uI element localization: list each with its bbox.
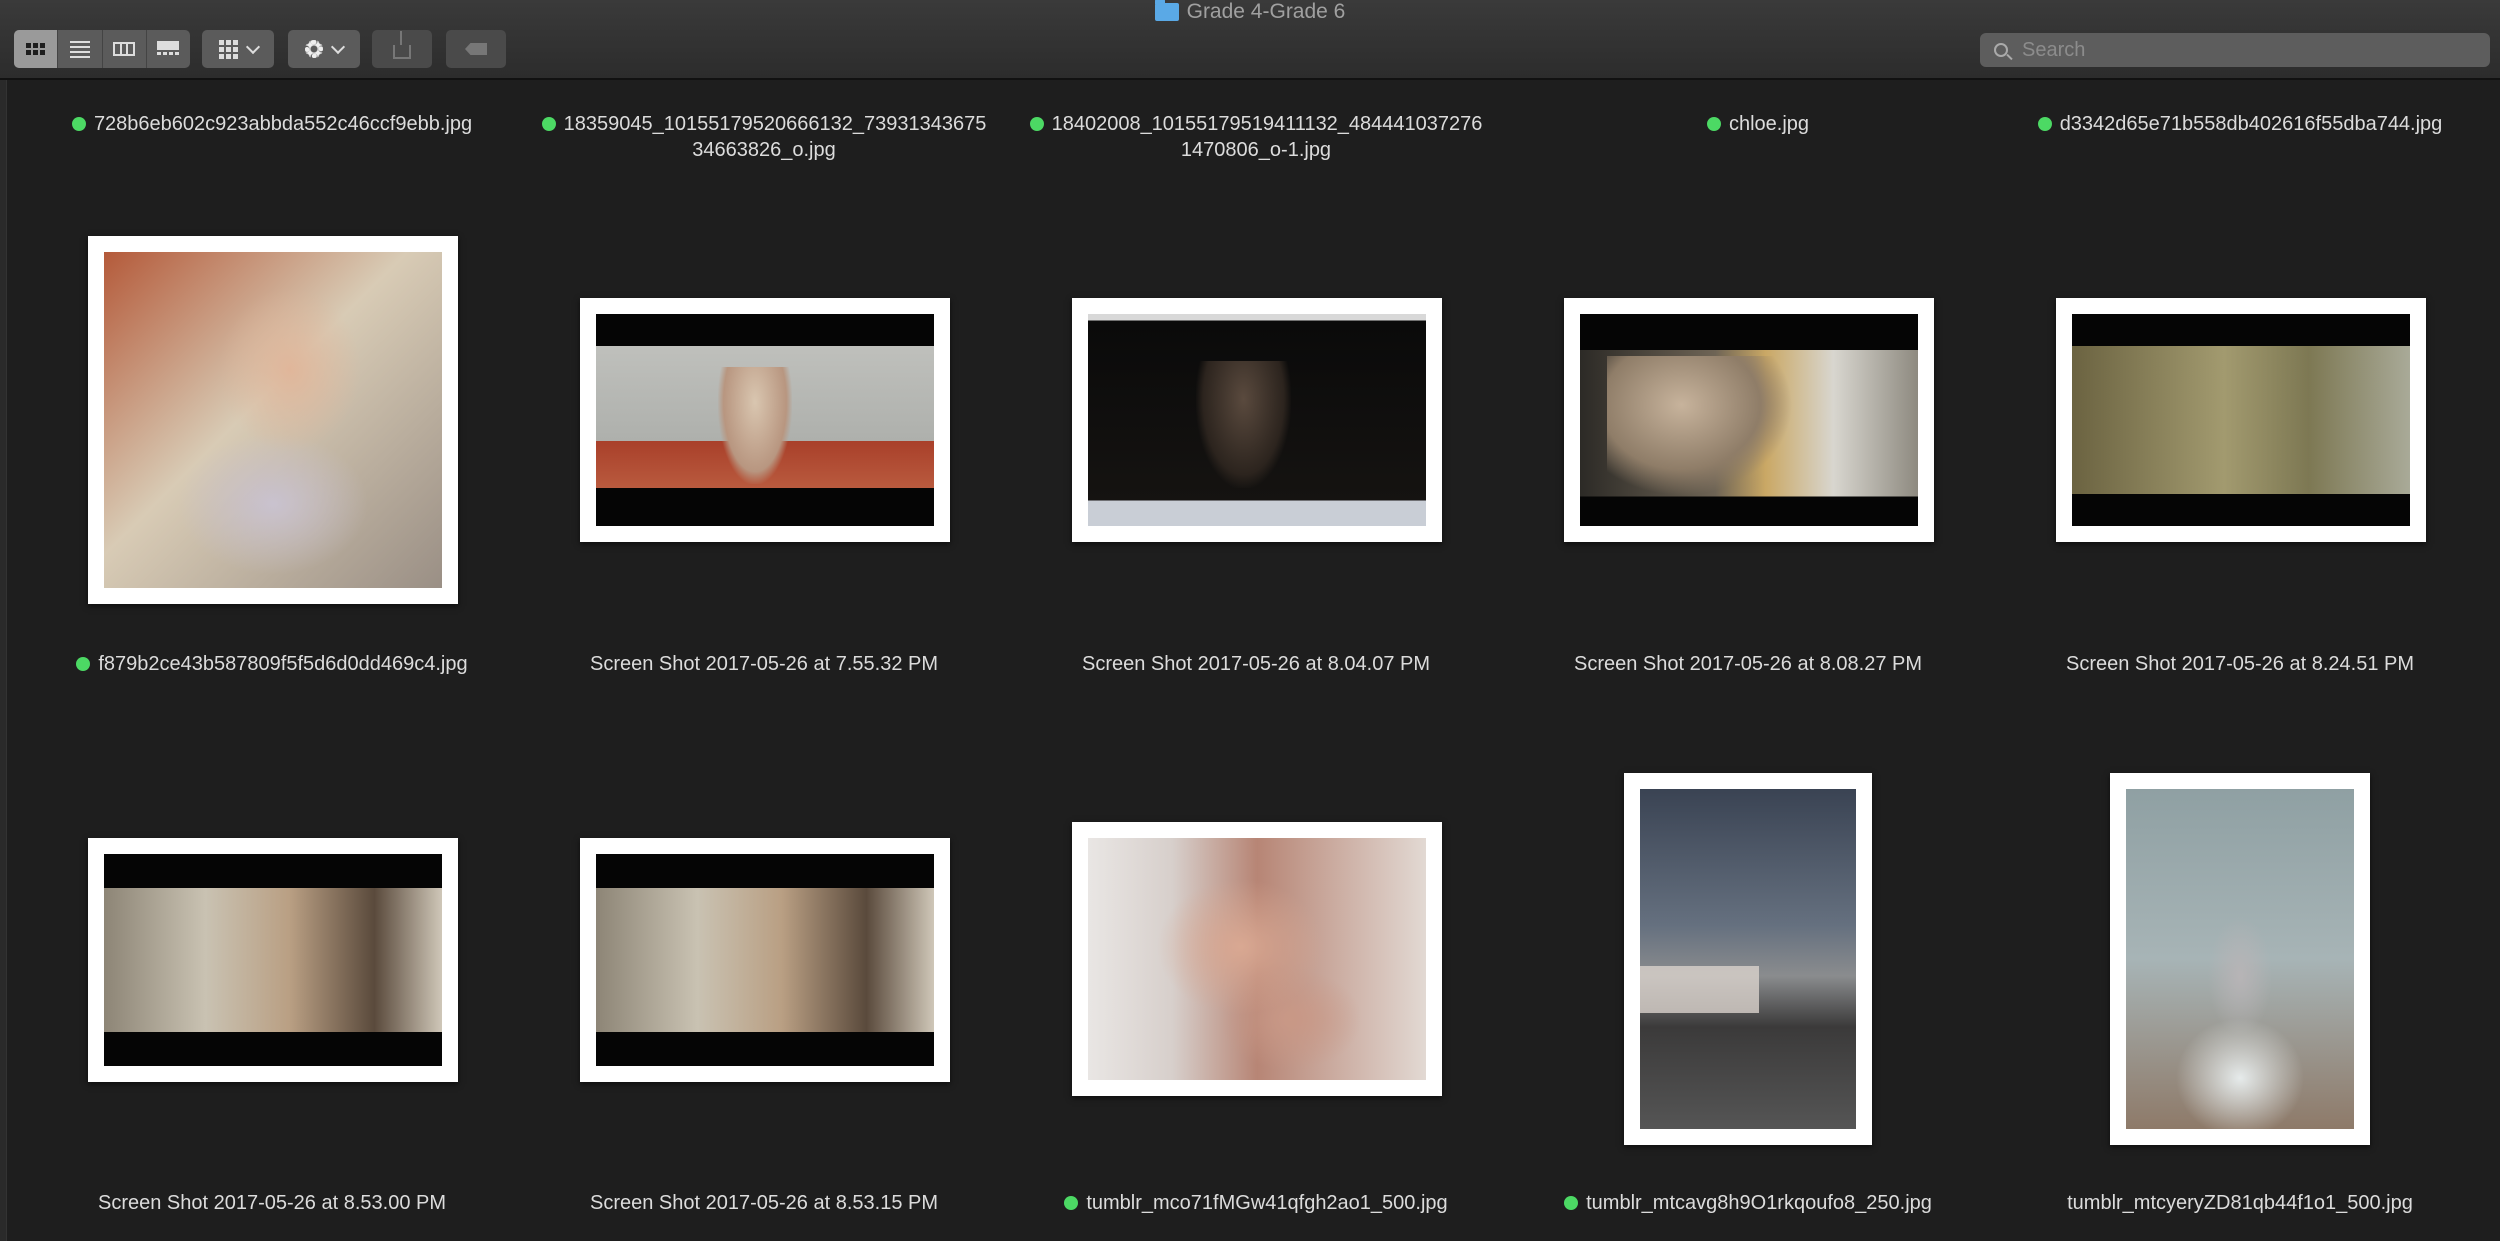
file-name: tumblr_mtcavg8h9O1rkqoufo8_250.jpg — [1586, 1192, 1932, 1214]
search-input[interactable] — [2020, 37, 2464, 63]
figure-shape — [1607, 356, 1793, 497]
tag-button[interactable] — [446, 30, 506, 68]
list-icon — [69, 40, 90, 58]
file-label[interactable]: Screen Shot 2017-05-26 at 8.53.15 PM — [524, 1190, 1004, 1216]
search-field[interactable] — [1980, 33, 2490, 67]
file-label[interactable]: Screen Shot 2017-05-26 at 8.04.07 PM — [1016, 651, 1496, 677]
list-view-button[interactable] — [58, 30, 103, 68]
file-thumbnail[interactable] — [88, 838, 458, 1082]
file-thumbnail[interactable] — [580, 838, 950, 1082]
file-name: tumblr_mco71fMGw41qfgh2ao1_500.jpg — [1086, 1192, 1448, 1214]
screenshot-image — [2072, 314, 2410, 526]
file-name-line1: 18359045_10155179520666132_73931343675 — [563, 113, 987, 135]
file-name-line1: 18402008_10155179519411132_484441037276 — [1051, 113, 1483, 135]
green-tag-dot — [1564, 1196, 1579, 1210]
figure-shape — [717, 367, 793, 484]
green-tag-dot — [541, 117, 556, 131]
screenshot-image — [1088, 314, 1426, 526]
gallery-icon — [157, 41, 180, 57]
file-label[interactable]: Screen Shot 2017-05-26 at 7.55.32 PM — [524, 651, 1004, 677]
screenshot-image — [104, 854, 442, 1066]
file-thumbnail[interactable] — [580, 298, 950, 542]
file-name-line2: 34663826_o.jpg — [692, 139, 836, 161]
screenshot-image — [596, 854, 934, 1066]
file-thumbnail[interactable] — [88, 236, 458, 604]
file-label[interactable]: Screen Shot 2017-05-26 at 8.08.27 PM — [1508, 651, 1988, 677]
file-label[interactable]: tumblr_mtcavg8h9O1rkqoufo8_250.jpg — [1508, 1190, 1988, 1216]
grid-icon — [26, 43, 46, 55]
green-tag-dot — [1064, 1196, 1079, 1210]
file-thumbnail[interactable] — [1624, 773, 1872, 1145]
green-tag-dot — [1029, 117, 1044, 131]
green-tag-dot — [1706, 117, 1721, 131]
file-name: Screen Shot 2017-05-26 at 8.53.00 PM — [97, 1192, 446, 1214]
file-thumbnail[interactable] — [2110, 773, 2370, 1145]
sidebar-edge — [0, 80, 7, 1241]
file-label[interactable]: tumblr_mco71fMGw41qfgh2ao1_500.jpg — [1016, 1190, 1496, 1216]
column-view-button[interactable] — [103, 30, 147, 68]
file-thumbnail[interactable] — [1564, 298, 1934, 542]
file-name: Screen Shot 2017-05-26 at 8.53.15 PM — [589, 1192, 938, 1214]
chevron-down-icon — [245, 39, 260, 54]
file-name: Screen Shot 2017-05-26 at 8.08.27 PM — [1573, 653, 1922, 675]
file-name: f879b2ce43b587809f5f5d6d0dd469c4.jpg — [98, 653, 468, 675]
figure-shape — [1640, 965, 1759, 1014]
file-label[interactable]: f879b2ce43b587809f5f5d6d0dd469c4.jpg — [32, 651, 512, 677]
file-name: chloe.jpg — [1728, 113, 1810, 135]
file-label[interactable]: 18402008_10155179519411132_484441037276 1… — [1016, 111, 1496, 163]
figure-shape — [1196, 360, 1291, 488]
screenshot-image — [596, 314, 934, 526]
tag-icon — [465, 43, 487, 55]
window-toolbar: Grade 4-Grade 6 — [0, 0, 2500, 80]
share-button[interactable] — [372, 30, 432, 68]
icon-view-button[interactable] — [14, 30, 59, 68]
file-label[interactable]: 18359045_10155179520666132_73931343675 34… — [524, 111, 1004, 163]
file-name: Screen Shot 2017-05-26 at 8.24.51 PM — [2065, 653, 2414, 675]
group-by-button[interactable] — [202, 30, 274, 68]
columns-icon — [113, 42, 136, 56]
file-thumbnail[interactable] — [1072, 822, 1442, 1096]
file-label[interactable]: d3342d65e71b558db402616f55dba744.jpg — [2000, 111, 2480, 137]
file-name: Screen Shot 2017-05-26 at 7.55.32 PM — [589, 653, 938, 675]
file-name: 728b6eb602c923abbda552c46ccf9ebb.jpg — [93, 113, 473, 135]
window-title-text: Grade 4-Grade 6 — [1186, 0, 1346, 23]
photo-image — [1640, 789, 1856, 1129]
action-button[interactable] — [288, 30, 360, 68]
grid-icon — [218, 39, 238, 59]
green-tag-dot — [76, 657, 91, 671]
file-label[interactable]: Screen Shot 2017-05-26 at 8.53.00 PM — [32, 1190, 512, 1216]
photo-image — [104, 252, 442, 588]
green-tag-dot — [71, 117, 86, 131]
file-name: d3342d65e71b558db402616f55dba744.jpg — [2059, 113, 2443, 135]
file-name: tumblr_mtcyeryZD81qb44f1o1_500.jpg — [2067, 1192, 2413, 1214]
file-thumbnail[interactable] — [1072, 298, 1442, 542]
gallery-view-button[interactable] — [147, 30, 190, 68]
file-label[interactable]: 728b6eb602c923abbda552c46ccf9ebb.jpg — [32, 111, 512, 137]
photo-image — [1088, 838, 1426, 1080]
folder-icon — [1154, 0, 1179, 21]
file-name-line2: 1470806_o-1.jpg — [1180, 139, 1332, 161]
view-mode-control — [14, 30, 190, 68]
search-icon — [1994, 43, 2008, 57]
green-tag-dot — [2037, 117, 2052, 131]
share-icon — [393, 31, 411, 59]
screenshot-image — [1580, 314, 1918, 526]
gear-icon — [305, 40, 323, 58]
file-name: Screen Shot 2017-05-26 at 8.04.07 PM — [1081, 653, 1430, 675]
chevron-down-icon — [330, 39, 346, 54]
window-title: Grade 4-Grade 6 — [0, 0, 2500, 24]
photo-image — [2126, 789, 2354, 1129]
file-thumbnail[interactable] — [2056, 298, 2426, 542]
file-label[interactable]: tumblr_mtcyeryZD81qb44f1o1_500.jpg — [2000, 1190, 2480, 1216]
file-label[interactable]: chloe.jpg — [1518, 111, 1998, 137]
file-label[interactable]: Screen Shot 2017-05-26 at 8.24.51 PM — [2000, 651, 2480, 677]
